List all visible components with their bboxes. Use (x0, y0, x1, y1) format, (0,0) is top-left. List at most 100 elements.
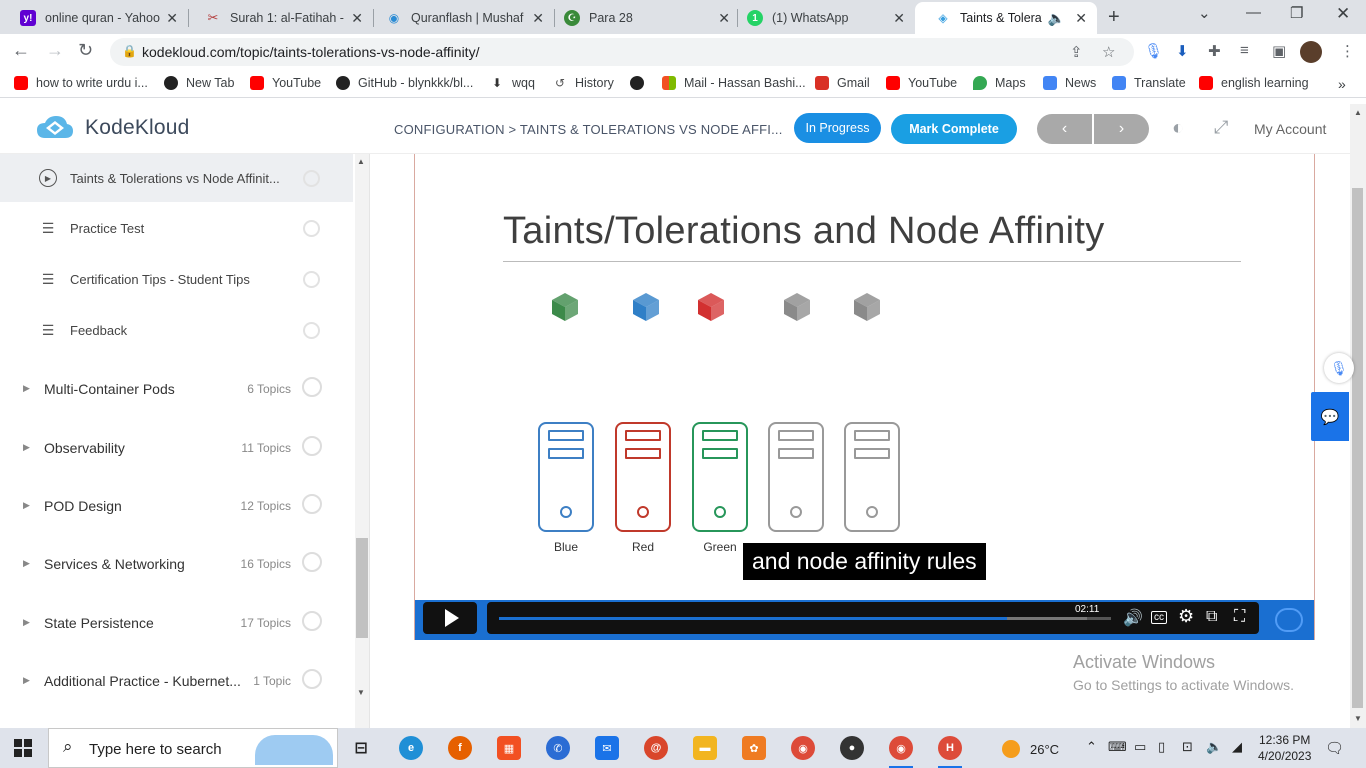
tray-chevron-icon[interactable]: ⌃ (1086, 739, 1097, 755)
picture-in-picture-icon[interactable]: ⧉ (1206, 608, 1217, 626)
video-player[interactable]: Taints/Tolerations and Node Affinity Blu… (414, 154, 1315, 640)
tab-para28[interactable]: ☪ Para 28 ✕ (544, 2, 740, 34)
expand-icon[interactable]: ▶ (23, 558, 30, 569)
scroll-up-icon[interactable]: ▲ (357, 157, 365, 166)
dark-mode-icon[interactable]: ◐ (1172, 117, 1184, 140)
windows-start-icon[interactable] (14, 739, 32, 757)
microsoft-store-icon[interactable]: ▦ (497, 736, 521, 760)
notification-icon[interactable]: 🗨 (1325, 739, 1344, 757)
course-section[interactable]: ▶ Observability 11 Topics (0, 419, 353, 475)
course-section[interactable]: ▶ Multi-Container Pods 6 Topics (0, 360, 353, 416)
chrome-icon[interactable]: ◉ (791, 736, 815, 760)
obs-icon[interactable]: ● (840, 736, 864, 760)
tab-kodekloud[interactable]: ◈ Taints & Toleration 🔈 ✕ (915, 2, 1097, 34)
display-icon[interactable]: ⊡ (1182, 739, 1193, 755)
fullscreen-icon[interactable]: ⤢ (1214, 117, 1228, 138)
expand-icon[interactable]: ▶ (23, 617, 30, 628)
expand-icon[interactable]: ▶ (23, 442, 30, 453)
close-icon[interactable]: ✕ (1075, 10, 1087, 27)
tab-yahoo[interactable]: y! online quran - Yahoo S ✕ (0, 2, 188, 34)
bookmark-item[interactable]: GitHub - blynkkk/bl... (336, 76, 473, 90)
more-bookmarks-icon[interactable]: » (1338, 76, 1346, 92)
extensions-icon[interactable]: ✚ (1208, 42, 1221, 60)
scroll-up-icon[interactable]: ▲ (1354, 108, 1362, 117)
course-section[interactable]: ▶ POD Design 12 Topics (0, 477, 353, 533)
close-icon[interactable]: ✕ (893, 10, 905, 27)
scroll-down-icon[interactable]: ▼ (1354, 714, 1362, 723)
bookmark-item[interactable]: Mail - Hassan Bashi... (662, 76, 806, 90)
mail-icon[interactable]: ✉ (595, 736, 619, 760)
next-lesson-button[interactable]: › (1094, 114, 1149, 144)
captions-icon[interactable]: cc (1151, 611, 1167, 624)
play-button[interactable] (423, 602, 477, 634)
close-icon[interactable]: ✕ (532, 10, 544, 27)
close-icon[interactable]: ✕ (351, 10, 363, 27)
lesson-item[interactable]: ☰ Practice Test (0, 204, 353, 252)
course-section[interactable]: ▶ Services & Networking 16 Topics (0, 535, 353, 591)
download-extension-icon[interactable]: ⬇ (1176, 42, 1189, 60)
close-window-icon[interactable]: ✕ (1336, 4, 1350, 24)
my-account-link[interactable]: My Account (1254, 121, 1326, 137)
tab-quran[interactable]: ✂ Surah 1: al-Fatihah - Q ✕ (185, 2, 373, 34)
scrollbar-thumb[interactable] (356, 538, 368, 638)
phone-icon[interactable]: ✆ (546, 736, 570, 760)
reload-icon[interactable]: ↻ (78, 40, 93, 61)
media-icon[interactable]: ≡ (1240, 42, 1249, 59)
expand-icon[interactable]: ▶ (23, 500, 30, 511)
task-view-icon[interactable]: ⊟ (349, 736, 373, 760)
course-section[interactable]: ▶ State Persistence 17 Topics (0, 594, 353, 650)
lesson-item[interactable]: ☰ Certification Tips - Student Tips (0, 255, 353, 303)
bookmark-item[interactable]: Gmail (815, 76, 870, 90)
bookmark-item[interactable]: Maps (973, 76, 1026, 90)
close-icon[interactable]: ✕ (166, 10, 178, 27)
bookmark-item[interactable]: YouTube (250, 76, 321, 90)
edge-icon[interactable]: e (399, 736, 423, 760)
voice-input-icon[interactable]: 🎙 (1324, 353, 1354, 383)
lesson-item[interactable]: ☰ Feedback (0, 306, 353, 354)
monitor-icon[interactable]: ▭ (1134, 739, 1146, 755)
chat-widget-button[interactable]: 💬 (1311, 392, 1349, 441)
star-icon[interactable]: ☆ (1102, 43, 1115, 61)
bookmark-item[interactable]: News (1043, 76, 1096, 90)
battery-icon[interactable]: ▯ (1158, 739, 1165, 755)
bookmark-item[interactable]: english learning (1199, 76, 1309, 90)
file-explorer-icon[interactable]: ▬ (693, 736, 717, 760)
forward-icon[interactable]: → (46, 40, 64, 61)
sidebar-scrollbar[interactable]: ▲ ▼ (355, 154, 369, 728)
mark-complete-button[interactable]: Mark Complete (891, 114, 1017, 144)
sidepanel-icon[interactable]: ▣ (1272, 42, 1286, 60)
weather-widget[interactable]: 26°C (1002, 740, 1059, 758)
tab-whatsapp[interactable]: 1 (1) WhatsApp ✕ (727, 2, 915, 34)
tab-search-icon[interactable]: ⌄ (1198, 4, 1211, 22)
fullscreen-video-icon[interactable]: ⛶ (1234, 608, 1245, 626)
minimize-icon[interactable]: — (1246, 4, 1261, 21)
volume-icon[interactable]: 🔊 (1123, 608, 1143, 628)
chrome-profile-h-icon[interactable]: H (938, 736, 962, 768)
kodekloud-logo[interactable]: KodeKloud (35, 114, 190, 142)
profile-avatar[interactable] (1300, 41, 1322, 63)
expand-icon[interactable]: ▶ (23, 383, 30, 394)
lock-icon[interactable]: 🔒 (122, 44, 137, 58)
mic-extension-icon[interactable]: 🎙 (1144, 42, 1163, 60)
bookmark-item[interactable]: Translate (1112, 76, 1186, 90)
page-scrollbar[interactable]: ▲ ▼ (1350, 104, 1366, 728)
bookmark-item[interactable]: YouTube (886, 76, 957, 90)
menu-icon[interactable]: ⋮ (1340, 42, 1355, 60)
maximize-icon[interactable]: ❐ (1290, 4, 1303, 22)
previous-lesson-button[interactable]: ‹ (1037, 114, 1092, 144)
url-bar[interactable]: 🔒 kodekloud.com/topic/taints-tolerations… (110, 38, 1134, 66)
bookmark-item[interactable]: New Tab (164, 76, 234, 90)
speaker-icon[interactable]: 🔈 (1048, 10, 1065, 27)
bookmark-item[interactable] (630, 76, 644, 90)
wifi-icon[interactable]: ◢ (1232, 739, 1242, 755)
scrollbar-thumb[interactable] (1352, 188, 1363, 708)
bookmark-item[interactable]: ⬇ wqq (490, 76, 535, 90)
bookmark-item[interactable]: how to write urdu i... (14, 76, 148, 90)
chrome-profile-icon[interactable]: ◉ (889, 736, 913, 768)
taskbar-search[interactable]: ⌕ Type here to search (48, 728, 338, 768)
share-icon[interactable]: ⇪ (1070, 43, 1083, 61)
snail-app-icon[interactable]: @ (644, 736, 668, 760)
new-tab-icon[interactable]: + (1108, 6, 1120, 29)
bookmark-item[interactable]: ↺ History (553, 76, 614, 90)
taskbar-clock[interactable]: 12:36 PM 4/20/2023 (1258, 732, 1311, 764)
